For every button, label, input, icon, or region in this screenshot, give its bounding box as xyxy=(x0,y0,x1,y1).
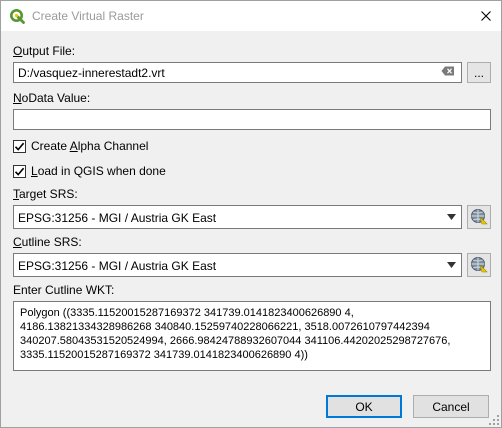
qgis-logo-icon xyxy=(10,9,25,24)
cutline-wkt-label: Enter Cutline WKT: xyxy=(13,283,115,297)
target-srs-select[interactable]: EPSG:31256 - MGI / Austria GK East xyxy=(13,205,462,229)
title-bar: Create Virtual Raster xyxy=(1,1,501,31)
resize-grip-icon[interactable] xyxy=(489,415,499,425)
chevron-down-icon xyxy=(447,214,456,220)
close-button[interactable] xyxy=(471,1,501,31)
target-srs-value: EPSG:31256 - MGI / Austria GK East xyxy=(18,211,217,225)
checkbox-box[interactable] xyxy=(13,139,26,153)
clear-text-icon[interactable] xyxy=(441,66,455,76)
output-file-label: Output File: xyxy=(13,44,76,58)
window-title: Create Virtual Raster xyxy=(32,9,144,23)
nodata-value-label: NoData Value: xyxy=(13,91,91,105)
output-file-input[interactable] xyxy=(13,62,462,83)
cutline-srs-select[interactable]: EPSG:31256 - MGI / Austria GK East xyxy=(13,253,462,277)
checkmark-icon xyxy=(14,167,25,176)
load-in-qgis-checkbox[interactable]: Load in QGIS when done xyxy=(13,163,166,179)
checkbox-label: Create Alpha Channel xyxy=(31,139,149,153)
chevron-down-icon xyxy=(447,262,456,268)
cutline-srs-value: EPSG:31256 - MGI / Austria GK East xyxy=(18,259,217,273)
cutline-wkt-textarea[interactable]: Polygon ((3335.11520015287169372 341739.… xyxy=(13,301,491,371)
checkmark-icon xyxy=(14,142,25,151)
target-srs-label: Target SRS: xyxy=(13,187,78,201)
browse-output-button[interactable]: ... xyxy=(467,62,491,83)
projection-selector-icon xyxy=(471,257,488,273)
cutline-srs-projection-button[interactable] xyxy=(467,253,491,277)
create-virtual-raster-dialog: Create Virtual Raster Output File: ... N… xyxy=(0,0,502,428)
projection-selector-icon xyxy=(471,209,488,225)
ok-button[interactable]: OK xyxy=(326,395,402,418)
cutline-srs-label: Cutline SRS: xyxy=(13,235,82,249)
checkbox-box[interactable] xyxy=(13,164,26,178)
target-srs-projection-button[interactable] xyxy=(467,205,491,229)
cancel-button[interactable]: Cancel xyxy=(413,395,489,418)
create-alpha-channel-checkbox[interactable]: Create Alpha Channel xyxy=(13,138,148,154)
close-icon xyxy=(481,11,491,21)
nodata-value-input[interactable] xyxy=(13,109,491,130)
checkbox-label: Load in QGIS when done xyxy=(31,164,166,178)
